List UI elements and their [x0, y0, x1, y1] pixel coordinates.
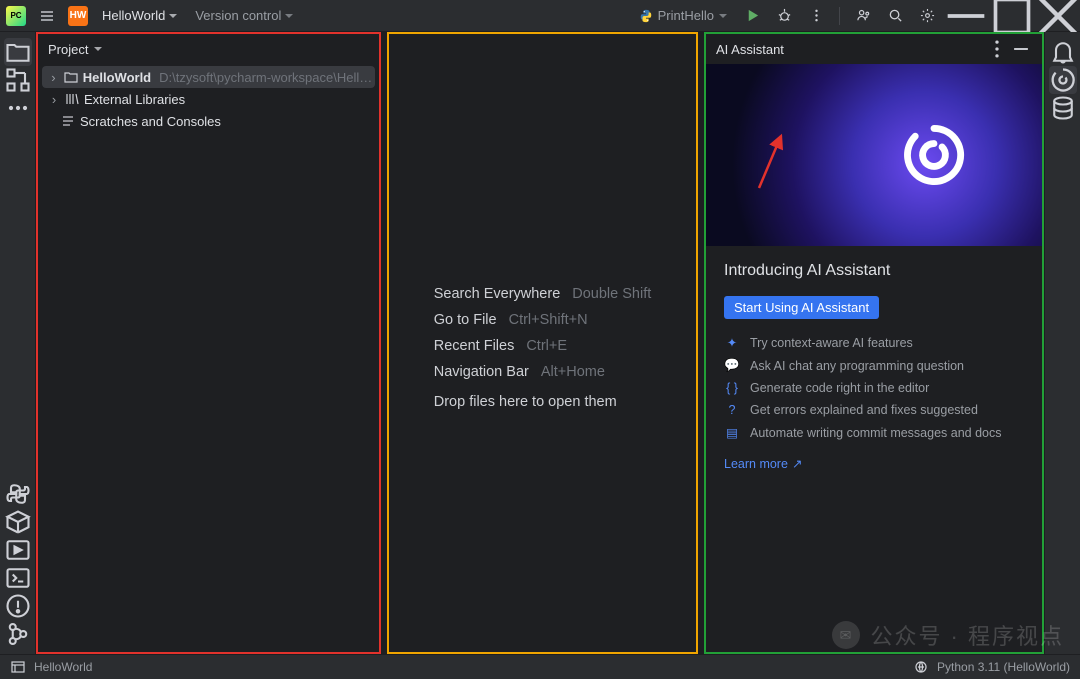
recent-files-label: Recent Files: [434, 338, 515, 354]
terminal-button[interactable]: [4, 564, 32, 592]
ai-feature-label: Ask AI chat any programming question: [750, 359, 964, 373]
nav-bar-label: Navigation Bar: [434, 364, 529, 380]
python-icon: [639, 9, 653, 23]
ai-feature-item: ▤ Automate writing commit messages and do…: [724, 425, 1024, 440]
search-button[interactable]: [880, 0, 910, 32]
scratch-icon: [60, 110, 76, 132]
project-panel-header: Project: [38, 34, 379, 64]
minimize-button[interactable]: [944, 0, 988, 32]
run-configuration[interactable]: PrintHello: [631, 8, 735, 23]
right-tool-strip: [1044, 32, 1080, 654]
python-console-button[interactable]: [4, 480, 32, 508]
ai-feature-item: ? Get errors explained and fixes suggeste…: [724, 403, 1024, 417]
external-libraries-label: External Libraries: [84, 92, 185, 107]
library-icon: [64, 88, 80, 110]
chevron-down-icon: [285, 14, 293, 18]
left-tool-strip: [0, 32, 36, 654]
recent-files-shortcut: Ctrl+E: [526, 338, 567, 354]
more-tools-button[interactable]: [4, 94, 32, 122]
project-root-label: HelloWorld: [83, 70, 151, 85]
editor-area[interactable]: Search Everywhere Double Shift Go to File…: [387, 32, 698, 654]
chevron-down-icon: [169, 14, 177, 18]
external-link-icon: ↗: [792, 456, 802, 471]
notifications-button[interactable]: [1049, 38, 1077, 66]
interpreter-icon: [913, 656, 929, 678]
project-root-node[interactable]: › HelloWorld D:\tzysoft\pycharm-workspac…: [42, 66, 375, 88]
drop-hint: Drop files here to open them: [434, 394, 652, 410]
learn-more-link[interactable]: Learn more ↗: [724, 456, 802, 471]
ai-feature-label: Get errors explained and fixes suggested: [750, 403, 978, 417]
ai-panel-header: AI Assistant: [706, 34, 1042, 64]
ai-feature-item: ✦ Try context-aware AI features: [724, 335, 1024, 350]
run-button[interactable]: [737, 0, 767, 32]
ai-panel-title: AI Assistant: [716, 42, 784, 57]
sparkle-icon: ✦: [724, 335, 740, 350]
brackets-icon: { }: [724, 381, 740, 395]
project-tree[interactable]: › HelloWorld D:\tzysoft\pycharm-workspac…: [38, 64, 379, 134]
status-bar: HelloWorld Python 3.11 (HelloWorld): [0, 654, 1080, 679]
title-bar: PC HW HelloWorld Version control PrintHe…: [0, 0, 1080, 32]
welcome-shortcuts: Search Everywhere Double Shift Go to File…: [434, 276, 652, 410]
start-ai-button[interactable]: Start Using AI Assistant: [724, 296, 879, 319]
project-panel-title: Project: [48, 42, 88, 57]
separator: [839, 7, 840, 25]
ai-feature-label: Automate writing commit messages and doc…: [750, 426, 1002, 440]
maximize-button[interactable]: [990, 0, 1034, 32]
chat-icon: 💬: [724, 358, 740, 373]
settings-button[interactable]: [912, 0, 942, 32]
panel-hide-button[interactable]: [1010, 38, 1032, 60]
project-selector[interactable]: HelloWorld: [98, 8, 181, 23]
project-tool-button[interactable]: [4, 38, 32, 66]
project-badge: HW: [68, 6, 88, 26]
list-icon: ▤: [724, 425, 740, 440]
search-everywhere-label: Search Everywhere: [434, 286, 561, 302]
help-icon: ?: [724, 403, 740, 417]
chevron-right-icon[interactable]: ›: [48, 92, 60, 107]
project-root-path: D:\tzysoft\pycharm-workspace\HelloWorld: [159, 70, 375, 85]
chevron-down-icon[interactable]: [94, 47, 102, 51]
ai-hero-image: [706, 64, 1042, 246]
chevron-down-icon: [719, 14, 727, 18]
code-with-me-button[interactable]: [848, 0, 878, 32]
run-target-label: PrintHello: [658, 8, 714, 23]
project-name-label: HelloWorld: [102, 8, 165, 23]
external-libraries-node[interactable]: › External Libraries: [42, 88, 375, 110]
nav-bar-shortcut: Alt+Home: [541, 364, 605, 380]
ai-feature-label: Try context-aware AI features: [750, 336, 913, 350]
goto-file-shortcut: Ctrl+Shift+N: [509, 312, 588, 328]
search-everywhere-shortcut: Double Shift: [572, 286, 651, 302]
scratches-node[interactable]: Scratches and Consoles: [42, 110, 375, 132]
ide-logo-icon: PC: [6, 6, 26, 26]
database-tool-button[interactable]: [1049, 94, 1077, 122]
ai-feature-list: ✦ Try context-aware AI features 💬 Ask AI c…: [724, 335, 1024, 440]
vcs-widget[interactable]: Version control: [191, 8, 297, 23]
structure-tool-button[interactable]: [4, 66, 32, 94]
panel-options-button[interactable]: [986, 38, 1008, 60]
ai-feature-label: Generate code right in the editor: [750, 381, 929, 395]
vcs-label: Version control: [195, 8, 281, 23]
problems-button[interactable]: [4, 592, 32, 620]
interpreter-label[interactable]: Python 3.11 (HelloWorld): [937, 660, 1070, 674]
ai-assistant-panel: AI Assistant Introducing AI Assistant St…: [704, 32, 1044, 654]
scratches-label: Scratches and Consoles: [80, 114, 221, 129]
main-menu-button[interactable]: [36, 5, 58, 27]
ai-feature-item: 💬 Ask AI chat any programming question: [724, 358, 1024, 373]
close-button[interactable]: [1036, 0, 1080, 32]
swirl-icon: [896, 117, 972, 193]
status-project-label[interactable]: HelloWorld: [34, 660, 92, 674]
goto-file-label: Go to File: [434, 312, 497, 328]
learn-more-label: Learn more: [724, 457, 788, 471]
vcs-tool-button[interactable]: [4, 620, 32, 648]
python-packages-button[interactable]: [4, 508, 32, 536]
services-button[interactable]: [4, 536, 32, 564]
folder-icon: [63, 66, 79, 88]
debug-button[interactable]: [769, 0, 799, 32]
ai-feature-item: { } Generate code right in the editor: [724, 381, 1024, 395]
project-panel: Project › HelloWorld D:\tzysoft\pycharm-…: [36, 32, 381, 654]
ai-heading: Introducing AI Assistant: [724, 262, 1024, 280]
more-actions-button[interactable]: [801, 0, 831, 32]
ai-assistant-tool-button[interactable]: [1049, 66, 1077, 94]
chevron-right-icon[interactable]: ›: [48, 70, 59, 85]
tool-windows-icon[interactable]: [10, 656, 26, 678]
